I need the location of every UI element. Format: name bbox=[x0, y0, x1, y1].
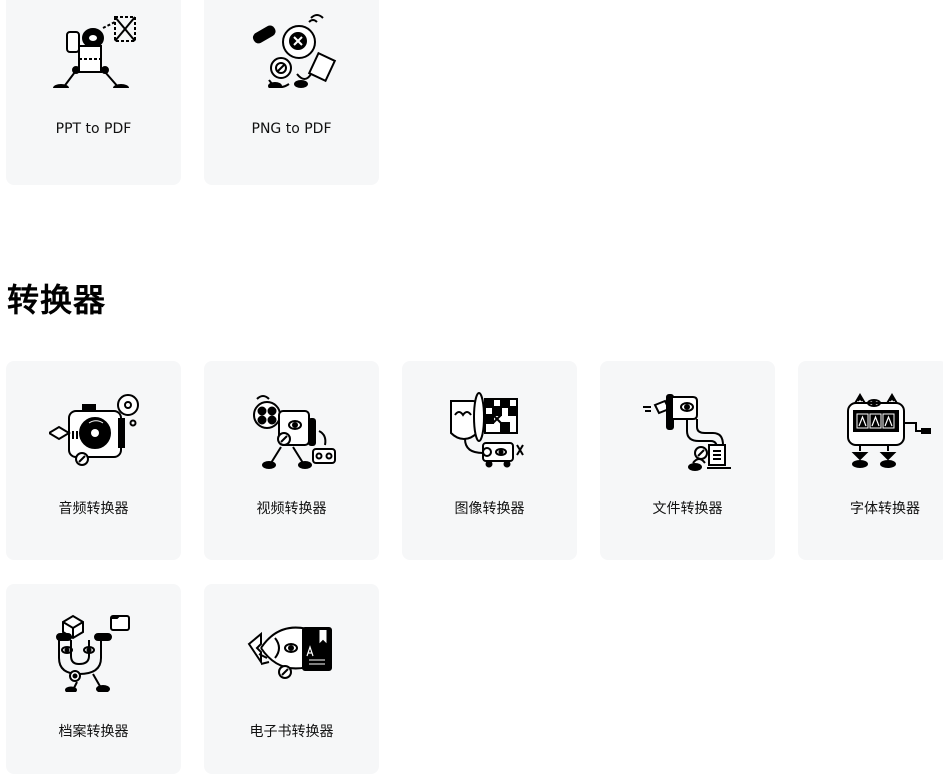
archive-converter-illustration-icon bbox=[49, 612, 139, 692]
card-png-to-pdf[interactable]: PNG to PDF bbox=[204, 0, 379, 185]
card-label: 电子书转换器 bbox=[249, 724, 334, 740]
card-document-converter[interactable]: 文件转换器 bbox=[600, 361, 775, 560]
ebook-converter-illustration-icon bbox=[247, 612, 337, 692]
card-audio-converter[interactable]: 音频转换器 bbox=[6, 361, 181, 560]
card-archive-converter[interactable]: 档案转换器 bbox=[6, 584, 181, 774]
audio-converter-illustration-icon bbox=[49, 391, 139, 471]
card-ebook-converter[interactable]: 电子书转换器 bbox=[204, 584, 379, 774]
card-label: 字体转换器 bbox=[850, 501, 920, 517]
card-label: PNG to PDF bbox=[251, 121, 332, 137]
card-label: 视频转换器 bbox=[256, 501, 327, 517]
card-label: 档案转换器 bbox=[58, 724, 129, 740]
card-ppt-to-pdf[interactable]: PPT to PDF bbox=[6, 0, 181, 185]
card-label: 图像转换器 bbox=[454, 501, 525, 517]
card-image-converter[interactable]: 图像转换器 bbox=[402, 361, 577, 560]
document-converter-illustration-icon bbox=[643, 391, 733, 471]
ppt-to-pdf-illustration-icon bbox=[49, 8, 139, 88]
section-title: 转换器 bbox=[7, 281, 107, 319]
card-label: 音频转换器 bbox=[58, 501, 129, 517]
font-converter-illustration-icon bbox=[846, 391, 936, 471]
card-label: 文件转换器 bbox=[652, 501, 723, 517]
video-converter-illustration-icon bbox=[247, 391, 337, 471]
card-label: PPT to PDF bbox=[55, 121, 132, 137]
card-font-converter[interactable]: 字体转换器 bbox=[798, 361, 943, 560]
image-converter-illustration-icon bbox=[445, 391, 535, 471]
card-video-converter[interactable]: 视频转换器 bbox=[204, 361, 379, 560]
png-to-pdf-illustration-icon bbox=[247, 8, 337, 88]
